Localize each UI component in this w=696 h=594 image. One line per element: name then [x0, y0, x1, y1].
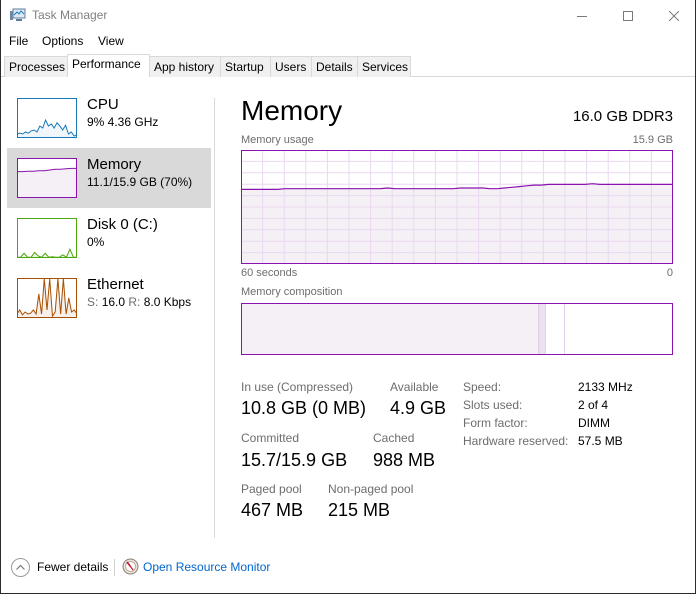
task-manager-icon — [10, 8, 26, 21]
available-value: 4.9 GB — [390, 398, 447, 418]
tab-performance[interactable]: Performance — [67, 54, 150, 77]
ethernet-thumbnail-graph — [17, 278, 77, 318]
minimize-button[interactable] — [559, 0, 605, 31]
cpu-thumbnail-graph — [17, 98, 77, 138]
receive-label: R: — [128, 295, 141, 309]
hardware-reserved-label: Hardware reserved: — [463, 434, 569, 448]
maximize-icon — [623, 10, 633, 21]
sidebar-item-title: Disk 0 (C:) — [87, 216, 158, 233]
slots-used-value: 2 of 4 — [578, 398, 609, 412]
hardware-reserved-value: 57.5 MB — [578, 434, 623, 448]
footer-bar: Fewer details Open Resource Monitor — [1, 554, 695, 582]
window-title: Task Manager — [32, 8, 108, 22]
committed-label: Committed — [241, 431, 300, 445]
page-title: Memory — [241, 95, 343, 126]
sidebar-item-title: CPU — [87, 96, 119, 113]
footer-divider — [114, 559, 115, 576]
memory-spec: 16.0 GB DDR3 — [572, 108, 673, 125]
menu-bar: File Options View — [1, 31, 695, 53]
sidebar-item-cpu[interactable]: CPU 9% 4.36 GHz — [7, 88, 211, 148]
sidebar-item-memory[interactable]: Memory 11.1/15.9 GB (70%) — [7, 148, 211, 208]
menu-options[interactable]: Options — [42, 34, 83, 48]
task-manager-window: Task Manager File Options View Processes… — [0, 0, 696, 594]
send-label: S: — [87, 295, 99, 309]
memory-usage-graph — [241, 150, 673, 264]
tab-bar: Processes Performance App history Startu… — [1, 54, 695, 77]
memory-thumbnail-graph — [17, 158, 77, 198]
modified-segment — [539, 303, 546, 355]
sidebar-item-subtitle: 11.1/15.9 GB (70%) — [87, 175, 193, 189]
thumbnail-border — [17, 218, 77, 258]
cached-value: 988 MB — [373, 450, 436, 470]
speed-value: 2133 MHz — [578, 380, 633, 394]
time-span-label: 60 seconds — [241, 267, 298, 279]
committed-value: 15.7/15.9 GB — [241, 450, 348, 470]
in-use-value: 10.8 GB (0 MB) — [241, 398, 367, 418]
sidebar-item-subtitle: 9% 4.36 GHz — [87, 115, 159, 129]
thumbnail-area — [17, 168, 77, 198]
sidebar-item-subtitle: S: 16.0 R: 8.0 Kbps — [87, 295, 191, 309]
free-segment — [565, 303, 673, 355]
form-factor-label: Form factor: — [463, 416, 528, 430]
close-button[interactable] — [651, 0, 696, 31]
sidebar-item-ethernet[interactable]: Ethernet S: 16.0 R: 8.0 Kbps — [7, 268, 211, 328]
in-use-segment — [241, 303, 540, 355]
tab-details[interactable]: Details — [311, 56, 358, 77]
memory-usage-label: Memory usage — [241, 134, 314, 146]
tab-services[interactable]: Services — [357, 56, 411, 77]
title-bar: Task Manager — [1, 0, 695, 31]
tab-processes[interactable]: Processes — [4, 56, 68, 77]
open-resource-monitor-link[interactable]: Open Resource Monitor — [143, 560, 270, 574]
memory-composition-label: Memory composition — [241, 286, 343, 298]
sidebar-item-disk[interactable]: Disk 0 (C:) 0% — [7, 208, 211, 268]
panel-divider — [214, 98, 215, 538]
speed-label: Speed: — [463, 380, 502, 394]
non-paged-pool-label: Non-paged pool — [328, 482, 414, 496]
memory-usage-max: 15.9 GB — [632, 134, 673, 146]
non-paged-pool-value: 215 MB — [328, 500, 391, 520]
memory-composition-bar — [241, 303, 673, 355]
close-icon — [669, 10, 679, 21]
minimize-icon — [577, 15, 587, 17]
sidebar-item-subtitle: 0% — [87, 235, 105, 249]
tab-startup[interactable]: Startup — [220, 56, 271, 77]
fewer-details-button[interactable]: Fewer details — [37, 560, 108, 574]
disk-thumbnail-graph — [17, 218, 77, 258]
cached-label: Cached — [373, 431, 415, 445]
menu-file[interactable]: File — [9, 34, 28, 48]
resource-monitor-icon — [122, 558, 139, 575]
chevron-up-icon[interactable] — [11, 558, 30, 577]
paged-pool-label: Paged pool — [241, 482, 302, 496]
receive-value: 8.0 Kbps — [143, 295, 192, 309]
sidebar-item-title: Ethernet — [87, 276, 144, 293]
form-factor-value: DIMM — [578, 416, 610, 430]
tab-users[interactable]: Users — [270, 56, 312, 77]
sidebar-item-title: Memory — [87, 156, 142, 173]
resource-sidebar: CPU 9% 4.36 GHz Memory 11.1/15.9 GB (70%… — [1, 78, 215, 538]
available-label: Available — [390, 380, 439, 394]
maximize-button[interactable] — [605, 0, 651, 31]
menu-view[interactable]: View — [98, 34, 124, 48]
standby-segment — [545, 303, 565, 355]
slots-used-label: Slots used: — [463, 398, 523, 412]
tab-app-history[interactable]: App history — [149, 56, 221, 77]
send-value: 16.0 — [101, 295, 126, 309]
paged-pool-value: 467 MB — [241, 500, 304, 520]
time-end-label: 0 — [666, 267, 673, 279]
in-use-label: In use (Compressed) — [241, 380, 354, 394]
